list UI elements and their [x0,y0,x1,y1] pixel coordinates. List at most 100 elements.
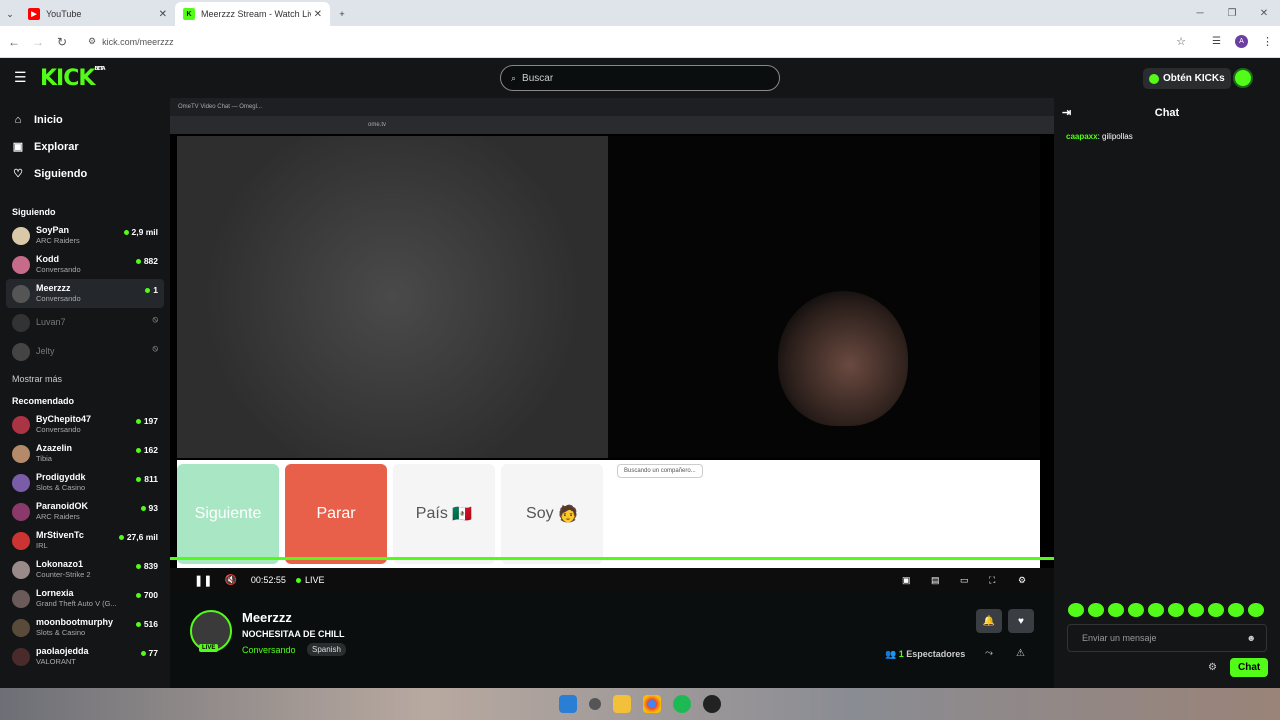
emote-icon[interactable] [1248,603,1264,617]
channel-kodd[interactable]: Kodd Conversando 882 [0,250,170,279]
chat-send-button[interactable]: Chat [1230,658,1269,677]
channel-paranoidok[interactable]: ParanoidOK ARC Raiders 93 [0,497,170,526]
hamburger-menu-icon[interactable]: ☰ [14,69,27,86]
emote-icon[interactable] [1088,603,1104,617]
video-player[interactable]: OmeTV Video Chat — Omegl... ome.tv Sigui… [170,98,1054,592]
live-label: LIVE [304,575,325,585]
country-button: País 🇲🇽 [393,464,495,564]
forward-icon[interactable]: → [26,35,50,49]
chrome-icon[interactable] [643,695,661,713]
emote-icon[interactable] [1188,603,1204,617]
channel-moonbootmurphy[interactable]: moonbootmurphy Slots & Casino 516 [0,613,170,642]
search-placeholder: Buscar [522,72,554,84]
inner-address-bar: ome.tv [170,116,1054,134]
channel-category: Conversando [36,425,81,434]
new-tab-button[interactable]: + [330,2,354,26]
settings-icon[interactable]: ⚙ [1018,575,1026,586]
back-icon[interactable]: ← [2,35,26,49]
profile-avatar[interactable]: A [1235,35,1248,48]
channel-lornexia[interactable]: Lornexia Grand Theft Auto V (G... 700 [0,584,170,613]
person-icon: 🧑 [558,506,578,523]
search-icon[interactable] [589,698,601,710]
spotify-icon[interactable] [673,695,691,713]
address-bar[interactable]: ⚙ kick.com/meerzzz ☆ [80,29,1190,54]
file-explorer-icon[interactable] [613,695,631,713]
mute-icon[interactable]: 🔇 [224,575,236,586]
obs-icon[interactable] [703,695,721,713]
channel-mrstiventc[interactable]: MrStivenTc IRL 27,6 mil [0,526,170,555]
channel-category: IRL [36,541,48,550]
pip-icon[interactable]: ▣ [902,575,911,586]
nav-following[interactable]: ♡ Siguiendo [0,160,170,187]
chat-input[interactable]: Enviar un mensaje ☻ [1067,624,1267,652]
notify-button[interactable]: 🔔 [976,609,1002,633]
viewer-count: 93 [141,503,158,513]
emote-icon[interactable] [1128,603,1144,617]
channel-prodigyddk[interactable]: Prodigyddk Slots & Casino 811 [0,468,170,497]
emote-icon[interactable] [1168,603,1184,617]
channel-name: Meerzzz [36,283,71,293]
site-header: ☰ KICKBETA ⌕ Buscar Obtén KICKs [0,58,1280,98]
avatar [12,502,30,521]
avatar [12,473,30,492]
get-kicks-button[interactable]: Obtén KICKs [1143,68,1231,89]
stream-progress-bar[interactable] [170,557,1054,560]
channel-name: Jelty [36,346,55,356]
follow-button[interactable]: ♥ [1008,609,1034,633]
close-icon[interactable]: ✕ [159,9,167,20]
fullscreen-icon[interactable]: ⛶ [989,575,995,586]
user-avatar[interactable] [1233,68,1253,88]
nav-home[interactable]: ⌂ Inicio [0,106,170,133]
tab-kick[interactable]: K Meerzzz Stream - Watch Live on ✕ [175,2,330,26]
maximize-icon[interactable]: ❐ [1216,8,1248,19]
channel-paolaojedda[interactable]: paolaojedda VALORANT 77 [0,642,170,671]
channel-jelty[interactable]: Jelty ⦸ [0,337,170,366]
avatar [12,618,30,637]
windows-start-icon[interactable] [559,695,577,713]
emote-icon[interactable] [1068,603,1084,617]
country-label: País [415,505,448,522]
streamer-name[interactable]: Meerzzz [242,610,292,625]
search-input[interactable]: ⌕ Buscar [500,65,780,91]
report-icon[interactable]: ⚠ [1016,648,1025,659]
chat-title: Chat [1154,107,1180,119]
emote-icon[interactable] [1148,603,1164,617]
viewer-count: 516 [136,619,158,629]
channel-lokonazo1[interactable]: Lokonazo1 Counter-Strike 2 839 [0,555,170,584]
close-icon[interactable]: ✕ [314,9,322,20]
channel-azazelin[interactable]: Azazelin Tibia 162 [0,439,170,468]
reload-icon[interactable]: ↻ [50,35,74,49]
beta-label: BETA [94,66,105,72]
channel-soypan[interactable]: SoyPan ARC Raiders 2,9 mil [0,221,170,250]
tab-youtube[interactable]: ▶ YouTube ✕ [20,2,175,26]
pause-icon[interactable]: ❚❚ [194,574,212,587]
nav-explore[interactable]: ▣ Explorar [0,133,170,160]
emote-icon[interactable] [1208,603,1224,617]
extensions-icon[interactable]: ☰ [1212,36,1221,47]
channel-name: ParanoidOK [36,501,89,511]
channel-bychepito47[interactable]: ByChepito47 Conversando 197 [0,410,170,439]
chat-settings-icon[interactable]: ⚙ [1208,662,1217,673]
kick-logo[interactable]: KICKBETA [40,66,106,91]
share-icon[interactable]: ⤳ [985,648,993,659]
collapse-chat-icon[interactable]: ⇥ [1062,106,1071,119]
emote-bar [1068,603,1264,617]
emoji-icon[interactable]: ☻ [1247,633,1256,643]
sidebar: ⌂ Inicio ▣ Explorar ♡ Siguiendo Siguiendo S… [0,98,170,688]
language-tag[interactable]: Spanish [307,643,346,656]
menu-icon[interactable]: ⋮ [1262,35,1273,48]
close-window-icon[interactable]: ✕ [1248,8,1280,19]
tab-list-button[interactable]: ⌄ [0,2,20,26]
bookmark-star-icon[interactable]: ☆ [1176,35,1186,48]
theater-icon[interactable]: ▭ [960,575,969,586]
chat-username[interactable]: caapaxx [1066,132,1098,141]
site-info-icon[interactable]: ⚙ [88,36,96,47]
channel-luvan7[interactable]: Luvan7 ⦸ [0,308,170,337]
channel-meerzzz[interactable]: Meerzzz Conversando 1 [6,279,164,308]
emote-icon[interactable] [1228,603,1244,617]
stream-category[interactable]: Conversando [242,645,296,655]
emote-icon[interactable] [1108,603,1124,617]
clip-icon[interactable]: ▤ [931,575,940,586]
minimize-icon[interactable]: ─ [1184,8,1216,19]
show-more-link[interactable]: Mostrar más [0,366,170,392]
